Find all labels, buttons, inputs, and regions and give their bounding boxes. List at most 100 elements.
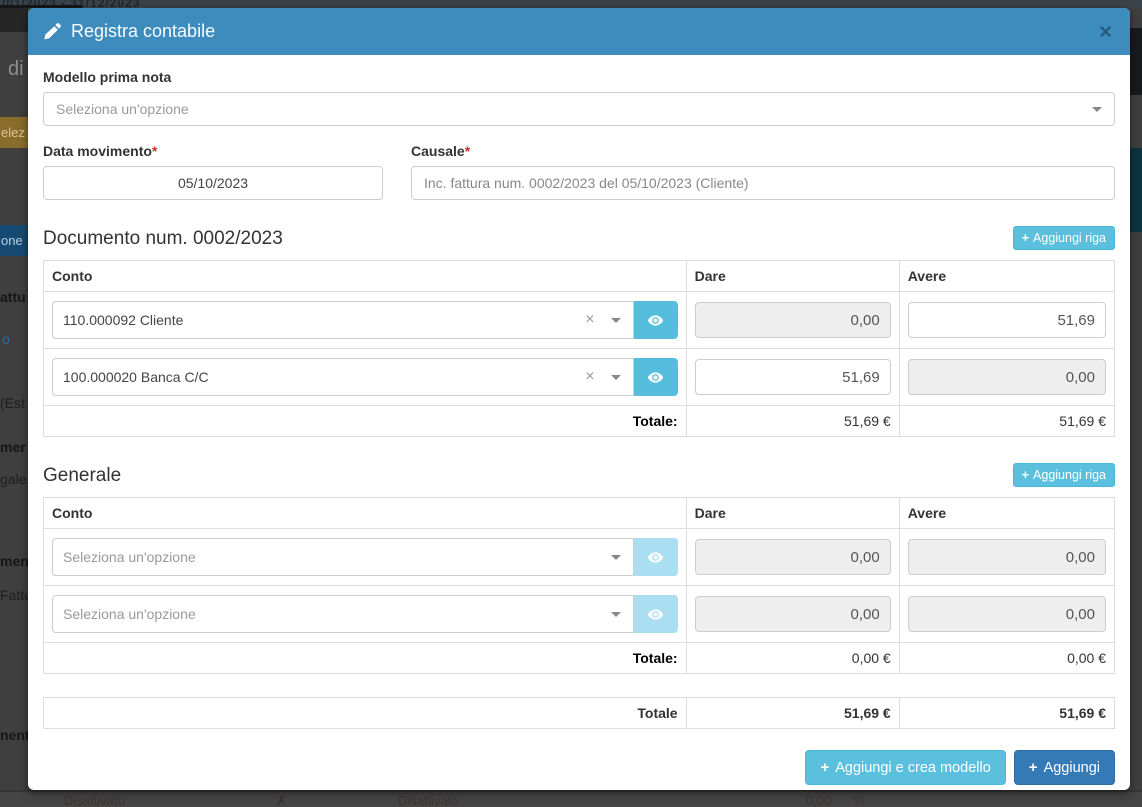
background-fragment [1130, 28, 1142, 95]
conto-select-value: 100.000020 Banca C/C [63, 369, 585, 385]
date-causale-row: Data movimento* Causale* [43, 143, 1115, 200]
avere-input-row2 [908, 359, 1106, 395]
view-account-button[interactable] [634, 358, 678, 396]
select-placeholder-text: Seleziona un'opzione [63, 549, 611, 565]
background-fragment [0, 8, 28, 32]
plus-icon: + [1022, 468, 1029, 482]
causale-field-group: Causale* [411, 143, 1115, 200]
data-movimento-label: Data movimento* [43, 143, 383, 159]
aggiungi-button[interactable]: +Aggiungi [1014, 750, 1115, 785]
avere-column-header: Avere [899, 261, 1114, 292]
background-text-fragment: gale [0, 471, 26, 487]
conto-select-value: 110.000092 Cliente [63, 312, 585, 328]
clear-icon[interactable]: × [585, 312, 594, 328]
conto-select-row2[interactable]: 100.000020 Banca C/C × [52, 358, 634, 396]
generale-table: Conto Dare Avere Seleziona un'opzione [43, 497, 1115, 674]
select-placeholder-text: Seleziona un'opzione [63, 606, 611, 622]
causale-label: Causale* [411, 143, 1115, 159]
add-row-label: Aggiungi riga [1033, 231, 1106, 245]
data-movimento-label-text: Data movimento [43, 143, 152, 159]
grand-total-avere: 51,69 € [899, 698, 1114, 729]
documento-section-header: Documento num. 0002/2023 +Aggiungi riga [43, 226, 1115, 250]
registra-contabile-dialog: Registra contabile × Modello prima nota … [28, 8, 1130, 790]
background-text-fragment: o [2, 331, 10, 347]
documento-add-row-button[interactable]: +Aggiungi riga [1013, 226, 1115, 250]
generale-row-1: Seleziona un'opzione [44, 529, 1115, 586]
view-account-button-disabled [634, 595, 678, 633]
causale-label-text: Causale [411, 143, 465, 159]
dialog-footer: +Aggiungi e crea modello +Aggiungi [43, 750, 1115, 800]
grand-total-row: Totale 51,69 € 51,69 € [44, 698, 1115, 729]
chevron-down-icon [1092, 107, 1102, 112]
documento-row-2: 100.000020 Banca C/C × [44, 349, 1115, 406]
eye-icon [647, 606, 664, 623]
add-row-label: Aggiungi riga [1033, 468, 1106, 482]
avere-input-generale-row1 [908, 539, 1106, 575]
grand-total-table: Totale 51,69 € 51,69 € [43, 697, 1115, 729]
aggiungi-e-crea-modello-button[interactable]: +Aggiungi e crea modello [805, 750, 1005, 785]
conto-column-header: Conto [44, 261, 687, 292]
background-fragment [1130, 148, 1142, 232]
generale-total-row: Totale: 0,00 € 0,00 € [44, 643, 1115, 674]
background-text-fragment: di [8, 58, 24, 81]
chevron-down-icon [611, 318, 621, 323]
clear-icon[interactable]: × [585, 369, 594, 385]
documento-row-1: 110.000092 Cliente × [44, 292, 1115, 349]
generale-total-dare: 0,00 € [686, 643, 899, 674]
conto-control-group: 100.000020 Banca C/C × [52, 358, 678, 396]
aggiungi-e-crea-modello-label: Aggiungi e crea modello [835, 760, 991, 776]
conto-control-group: 110.000092 Cliente × [52, 301, 678, 339]
dare-input-row1 [695, 302, 891, 338]
conto-control-group: Seleziona un'opzione [52, 538, 678, 576]
select-placeholder-text: Seleziona un'opzione [56, 101, 189, 117]
background-text-fragment: men [0, 553, 29, 569]
chevron-down-icon [611, 375, 621, 380]
generale-total-avere: 0,00 € [899, 643, 1114, 674]
chevron-down-icon [611, 555, 621, 560]
avere-input-generale-row2 [908, 596, 1106, 632]
dare-column-header: Dare [686, 498, 899, 529]
conto-select-generale-row2[interactable]: Seleziona un'opzione [52, 595, 634, 633]
plus-icon: + [1029, 759, 1038, 776]
background-button-fragment: elez [0, 117, 28, 148]
generale-total-label: Totale: [44, 643, 687, 674]
background-top-bar: /01/2023 - 31/12/2023 [0, 0, 1142, 8]
conto-column-header: Conto [44, 498, 687, 529]
required-asterisk: * [152, 143, 157, 159]
dare-column-header: Dare [686, 261, 899, 292]
background-button-fragment: one [0, 225, 28, 256]
avere-input-row1[interactable] [908, 302, 1106, 338]
view-account-button[interactable] [634, 301, 678, 339]
conto-select-row1[interactable]: 110.000092 Cliente × [52, 301, 634, 339]
avere-column-header: Avere [899, 498, 1114, 529]
dialog-header: Registra contabile × [28, 8, 1130, 55]
conto-select-generale-row1[interactable]: Seleziona un'opzione [52, 538, 634, 576]
pencil-icon [44, 23, 61, 40]
generale-section-header: Generale +Aggiungi riga [43, 463, 1115, 487]
background-text-fragment: attu [0, 289, 26, 305]
modello-prima-nota-select[interactable]: Seleziona un'opzione [43, 92, 1115, 126]
data-movimento-field-group: Data movimento* [43, 143, 383, 200]
modello-prima-nota-label: Modello prima nota [43, 69, 1115, 85]
dare-input-generale-row1 [695, 539, 891, 575]
documento-header-row: Conto Dare Avere [44, 261, 1115, 292]
conto-control-group: Seleziona un'opzione [52, 595, 678, 633]
documento-total-row: Totale: 51,69 € 51,69 € [44, 406, 1115, 437]
dare-input-row2[interactable] [695, 359, 891, 395]
documento-total-label: Totale: [44, 406, 687, 437]
data-movimento-input[interactable] [43, 166, 383, 200]
eye-icon [647, 369, 664, 386]
close-icon[interactable]: × [1097, 21, 1114, 43]
required-asterisk: * [465, 143, 470, 159]
dialog-body: Modello prima nota Seleziona un'opzione … [28, 55, 1130, 800]
dialog-title: Registra contabile [71, 21, 215, 42]
grand-total-dare: 51,69 € [686, 698, 899, 729]
causale-input[interactable] [411, 166, 1115, 200]
documento-section-title: Documento num. 0002/2023 [43, 228, 283, 250]
eye-icon [647, 549, 664, 566]
documento-table: Conto Dare Avere 110.000092 Cliente × [43, 260, 1115, 437]
generale-add-row-button[interactable]: + Aggiungi riga [1013, 463, 1115, 487]
generale-header-row: Conto Dare Avere [44, 498, 1115, 529]
background-text-fragment: nent [0, 727, 30, 743]
background-text-fragment: mer [0, 439, 26, 455]
